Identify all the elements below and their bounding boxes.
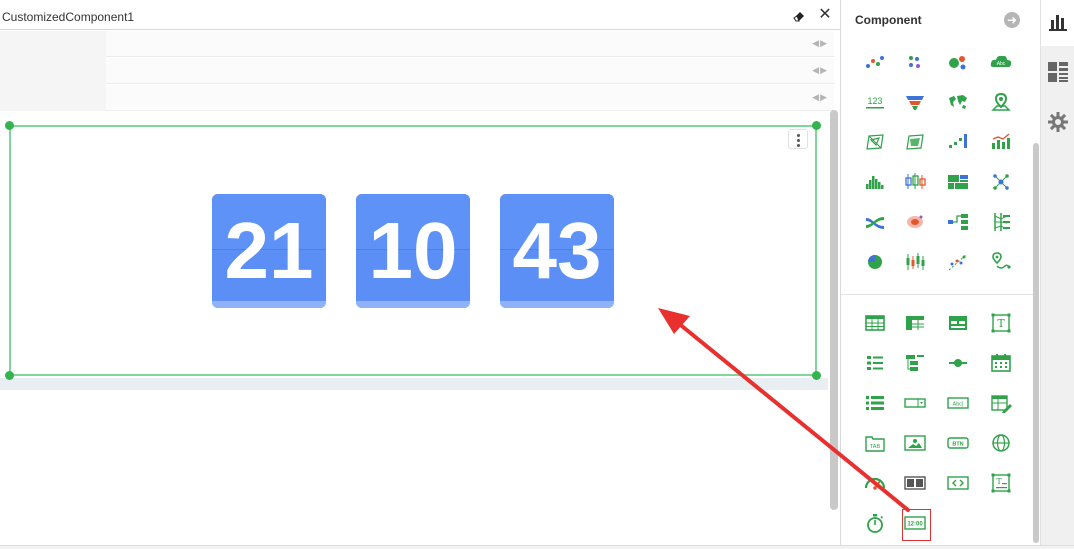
editor-area: CustomizedComponent1 ✕ ◀▶ ◀▶ ◀▶ 21 10 43 (0, 0, 840, 549)
resize-handle[interactable] (5, 371, 14, 380)
svg-text:BTN: BTN (952, 442, 963, 448)
highlight-box (902, 509, 931, 541)
embedded-code-icon[interactable] (946, 471, 970, 495)
word-cloud-icon[interactable]: Abc (989, 50, 1013, 74)
svg-text:123: 123 (867, 96, 882, 106)
gauge-icon[interactable] (863, 471, 887, 495)
world-map-icon[interactable] (946, 90, 970, 114)
dashboard-icon[interactable] (1047, 61, 1069, 83)
selection-list-icon[interactable] (863, 391, 887, 415)
bubble-chart-icon[interactable] (946, 50, 970, 74)
panel-title: Component (855, 13, 922, 27)
slider-icon[interactable] (946, 351, 970, 375)
resize-arrows-icon[interactable]: ◀▶ (812, 92, 828, 103)
eraser-icon[interactable] (792, 9, 806, 23)
tab-icon[interactable]: TAB (863, 431, 887, 455)
canvas-band (0, 378, 828, 390)
list-icon[interactable] (863, 351, 887, 375)
resize-arrows-icon[interactable]: ◀▶ (812, 38, 828, 49)
candlestick-chart-icon[interactable] (903, 250, 927, 274)
property-row[interactable]: ◀▶ (106, 31, 834, 57)
route-map-icon[interactable] (989, 250, 1013, 274)
freehand-table-icon[interactable] (946, 311, 970, 335)
tree-list-icon[interactable] (903, 351, 927, 375)
clock-minutes-tile: 10 (356, 194, 470, 308)
area-radar-chart-icon[interactable] (903, 130, 927, 154)
svg-text:T: T (997, 317, 1005, 330)
svg-text:Abc: Abc (997, 61, 1006, 67)
sankey-chart-icon[interactable] (863, 210, 887, 234)
calendar-icon[interactable] (989, 351, 1013, 375)
resize-handle[interactable] (5, 121, 14, 130)
scatter-trend-icon[interactable] (946, 250, 970, 274)
treemap-icon[interactable] (946, 170, 970, 194)
panel-scrollbar[interactable] (1033, 143, 1039, 543)
clock-minutes: 10 (368, 206, 458, 295)
bottom-border (0, 545, 1074, 549)
dot-chart-icon[interactable] (903, 50, 927, 74)
more-options-icon[interactable] (788, 129, 808, 149)
clock-seconds: 43 (512, 206, 602, 295)
text-box-icon[interactable]: T (989, 311, 1013, 335)
editor-scrollbar[interactable] (830, 110, 838, 510)
svg-text:T: T (996, 477, 1002, 486)
bar-line-chart-icon[interactable] (989, 130, 1013, 154)
gear-icon[interactable] (1047, 111, 1069, 133)
text-input-icon[interactable]: Abc| (946, 391, 970, 415)
box-plot-icon[interactable] (903, 170, 927, 194)
button-icon[interactable]: BTN (946, 431, 970, 455)
heat-map-icon[interactable] (903, 210, 927, 234)
network-graph-icon[interactable] (989, 170, 1013, 194)
radar-chart-icon[interactable] (863, 130, 887, 154)
panel-divider (841, 294, 1033, 295)
stopwatch-icon[interactable] (863, 511, 887, 535)
form-edit-icon[interactable] (989, 391, 1013, 415)
funnel-chart-icon[interactable] (903, 90, 927, 114)
right-rail (1040, 0, 1074, 549)
property-gutter (0, 31, 106, 111)
component-panel: Component ➜ (840, 0, 1040, 549)
svg-text:TAB: TAB (870, 444, 881, 450)
web-icon[interactable] (989, 431, 1013, 455)
svg-text:Abc|: Abc| (953, 402, 964, 408)
formula-box-icon[interactable]: T (989, 471, 1013, 495)
clock-hours: 21 (224, 206, 314, 295)
image-icon[interactable] (903, 431, 927, 455)
resize-handle[interactable] (812, 371, 821, 380)
pie-globe-icon[interactable] (863, 250, 887, 274)
resize-arrows-icon[interactable]: ◀▶ (812, 65, 828, 76)
number-kpi-icon[interactable]: 123 (863, 90, 887, 114)
layout-icon[interactable] (903, 471, 927, 495)
property-row[interactable]: ◀▶ (106, 85, 834, 111)
combo-box-icon[interactable] (903, 391, 927, 415)
clock-hours-tile: 21 (212, 194, 326, 308)
clock-seconds-tile: 43 (500, 194, 614, 308)
arrow-right-icon[interactable]: ➜ (1004, 12, 1020, 28)
crosstab-icon[interactable] (903, 311, 927, 335)
table-icon[interactable] (863, 311, 887, 335)
property-row[interactable]: ◀▶ (106, 58, 834, 84)
property-rows: ◀▶ ◀▶ ◀▶ (0, 31, 834, 111)
close-icon[interactable]: ✕ (818, 7, 832, 23)
scatter-chart-icon[interactable] (863, 50, 887, 74)
step-chart-icon[interactable] (946, 130, 970, 154)
chart-icon[interactable] (1047, 10, 1069, 32)
histogram-icon[interactable] (863, 170, 887, 194)
tree-chart-icon[interactable] (946, 210, 970, 234)
resize-handle[interactable] (812, 121, 821, 130)
location-map-icon[interactable] (989, 90, 1013, 114)
editor-title: CustomizedComponent1 (2, 10, 135, 24)
editor-header: CustomizedComponent1 ✕ (0, 0, 840, 30)
parallel-axis-icon[interactable] (989, 210, 1013, 234)
